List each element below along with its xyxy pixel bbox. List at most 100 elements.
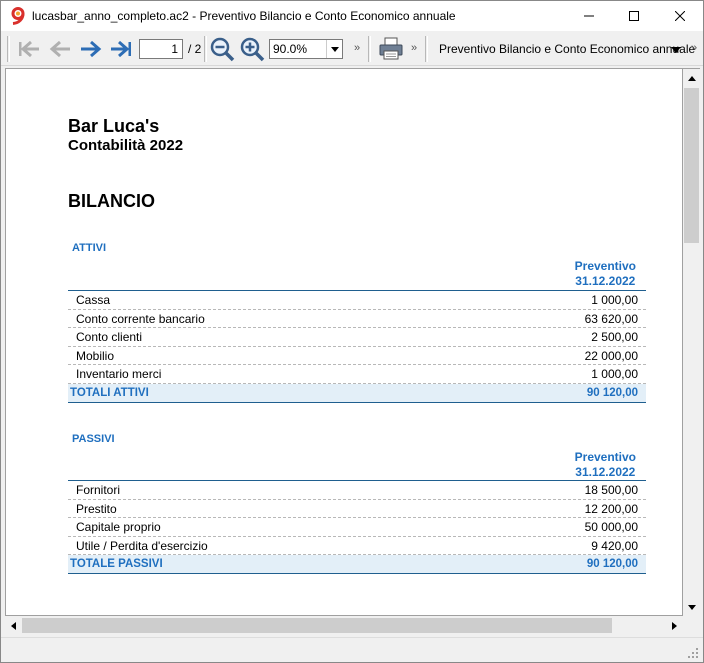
report-select[interactable]: Preventivo Bilancio e Conto Economico an… [439, 42, 695, 56]
first-page-icon [19, 40, 39, 58]
chevron-down-icon[interactable] [326, 40, 342, 58]
row-label: Utile / Perdita d'esercizio [76, 538, 208, 553]
first-page-button[interactable] [16, 36, 42, 62]
row-label: Inventario merci [76, 367, 162, 381]
table-row: Cassa 1 000,00 [68, 291, 646, 310]
maximize-icon [629, 11, 639, 21]
column-header: Preventivo 31.12.2022 [575, 450, 636, 480]
toolbar-overflow-chevron[interactable]: » [691, 42, 697, 54]
next-page-icon [81, 40, 102, 58]
row-label: Conto corrente bancario [76, 311, 205, 326]
toolbar-overflow-chevron[interactable]: » [411, 42, 417, 54]
scroll-up-button[interactable] [683, 70, 700, 87]
row-value: 63 620,00 [584, 311, 638, 326]
scroll-down-button[interactable] [683, 599, 700, 616]
table-row: Utile / Perdita d'esercizio 9 420,00 [68, 537, 646, 555]
window-title: lucasbar_anno_completo.ac2 - Preventivo … [32, 9, 456, 23]
report-viewer[interactable]: Bar Luca's Contabilità 2022 BILANCIO ATT… [5, 68, 683, 616]
zoom-value: 90.0% [273, 42, 308, 56]
maximize-button[interactable] [611, 1, 657, 31]
total-label: TOTALE PASSIVI [70, 558, 163, 570]
row-label: Prestito [76, 501, 117, 516]
resize-grip-icon[interactable] [687, 647, 699, 659]
status-bar [1, 637, 703, 662]
previous-page-icon [49, 40, 70, 58]
page-number-input[interactable]: 1 [139, 39, 183, 59]
report-subtitle: Contabilità 2022 [68, 137, 184, 154]
total-row: TOTALE PASSIVI 90 120,00 [68, 555, 646, 574]
column-header-line2: 31.12.2022 [575, 465, 636, 479]
close-button[interactable] [657, 1, 703, 31]
row-label: Mobilio [76, 348, 115, 363]
zoom-in-icon [240, 37, 265, 62]
table-row: Fornitori 18 500,00 [68, 481, 646, 500]
row-value: 1 000,00 [591, 367, 638, 381]
section-heading: ATTIVI [72, 242, 107, 254]
scroll-left-button[interactable] [5, 617, 22, 634]
last-page-button[interactable] [108, 36, 134, 62]
toolbar-grip[interactable] [425, 36, 428, 62]
toolbar-overflow-chevron[interactable]: » [354, 42, 360, 54]
row-label: Conto clienti [76, 330, 143, 344]
table-row: Inventario merci 1 000,00 [68, 365, 646, 384]
table-row: Capitale proprio 50 000,00 [68, 518, 646, 537]
print-icon [379, 37, 403, 60]
company-name: Bar Luca's [68, 116, 160, 136]
arrow-right-icon [672, 621, 677, 630]
row-value: 2 500,00 [591, 330, 638, 344]
app-icon [10, 7, 27, 25]
page-total: / 2 [188, 42, 202, 56]
table-row: Conto clienti 2 500,00 [68, 328, 646, 347]
row-value: 12 200,00 [584, 501, 638, 516]
zoom-in-button[interactable] [239, 36, 265, 62]
total-label: TOTALI ATTIVI [70, 386, 149, 399]
arrow-left-icon [11, 621, 16, 630]
section-heading: PASSIVI [72, 433, 115, 445]
toolbar: 1 / 2 90.0% » » Preventivo Bilancio e Co… [1, 31, 703, 66]
report-title: BILANCIO [68, 191, 155, 211]
row-label: Fornitori [76, 483, 121, 497]
toolbar-separator [204, 36, 207, 62]
row-value: 18 500,00 [584, 483, 638, 497]
zoom-out-icon [210, 37, 235, 62]
vertical-scroll-thumb[interactable] [684, 88, 699, 243]
column-header: Preventivo 31.12.2022 [575, 259, 636, 289]
row-value: 9 420,00 [591, 538, 638, 553]
row-value: 1 000,00 [591, 293, 638, 307]
previous-page-button[interactable] [47, 36, 73, 62]
title-bar: lucasbar_anno_completo.ac2 - Preventivo … [1, 1, 703, 31]
minimize-icon [584, 15, 594, 17]
column-header-line1: Preventivo [574, 450, 636, 464]
print-button[interactable] [378, 36, 404, 62]
column-header-line1: Preventivo [574, 259, 636, 273]
next-page-button[interactable] [78, 36, 104, 62]
liabilities-table: Fornitori 18 500,00 Prestito 12 200,00 C… [68, 480, 646, 574]
table-row: Mobilio 22 000,00 [68, 347, 646, 365]
row-value: 50 000,00 [584, 520, 638, 534]
arrow-up-icon [687, 76, 696, 81]
total-value: 90 120,00 [586, 386, 638, 399]
row-value: 22 000,00 [584, 348, 638, 363]
app-window: lucasbar_anno_completo.ac2 - Preventivo … [0, 0, 704, 663]
toolbar-grip[interactable] [368, 36, 371, 62]
scroll-right-button[interactable] [666, 617, 683, 634]
horizontal-scroll-thumb[interactable] [22, 618, 612, 633]
table-row: Prestito 12 200,00 [68, 500, 646, 518]
zoom-out-button[interactable] [209, 36, 235, 62]
horizontal-scrollbar[interactable] [5, 617, 683, 634]
minimize-button[interactable] [566, 1, 612, 31]
last-page-icon [111, 40, 131, 58]
close-icon [675, 11, 685, 21]
table-row: Conto corrente bancario 63 620,00 [68, 310, 646, 328]
chevron-down-icon[interactable] [671, 41, 681, 59]
row-label: Cassa [76, 293, 111, 307]
liabilities-section: PASSIVI Preventivo 31.12.2022 Fornitori … [68, 432, 646, 582]
assets-table: Cassa 1 000,00 Conto corrente bancario 6… [68, 290, 646, 403]
arrow-down-icon [687, 605, 696, 610]
vertical-scrollbar[interactable] [683, 68, 700, 616]
column-header-line2: 31.12.2022 [575, 274, 636, 288]
toolbar-grip[interactable] [7, 36, 10, 62]
assets-section: ATTIVI Preventivo 31.12.2022 Cassa 1 000… [68, 241, 646, 406]
zoom-select[interactable]: 90.0% [269, 39, 343, 59]
total-value: 90 120,00 [586, 558, 638, 570]
